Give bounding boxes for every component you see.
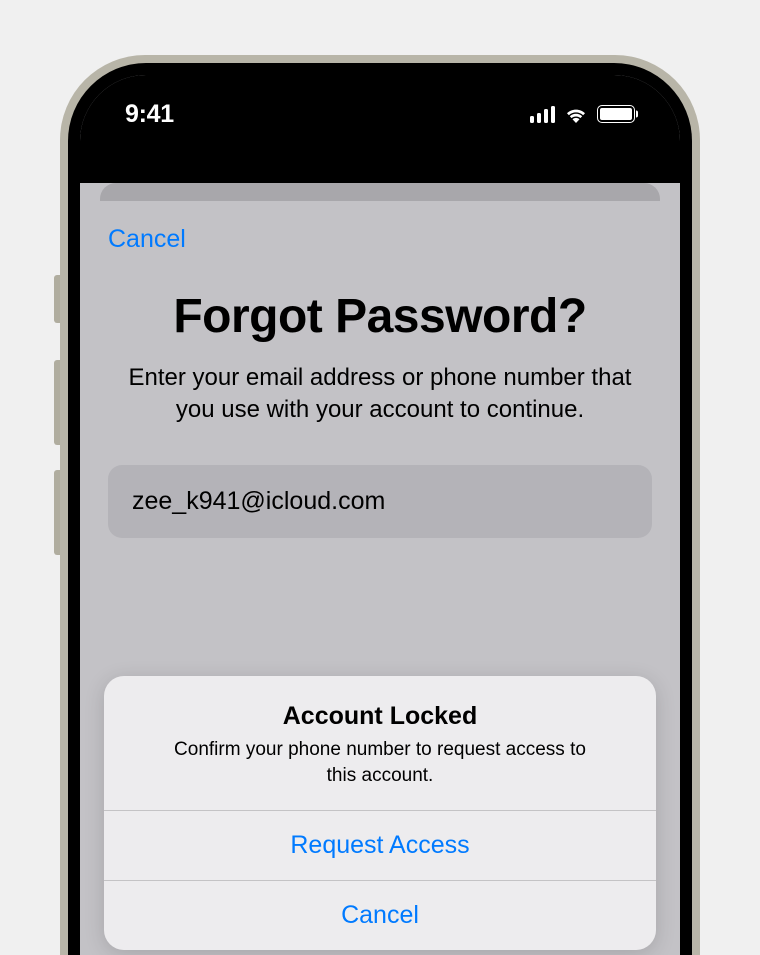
email-field[interactable]: zee_k941@icloud.com — [108, 465, 652, 538]
side-button — [54, 360, 60, 445]
battery-icon — [597, 105, 635, 123]
alert-title: Account Locked — [128, 702, 632, 731]
dynamic-island — [293, 97, 468, 147]
wifi-icon — [564, 105, 588, 123]
alert-cancel-button[interactable]: Cancel — [104, 880, 656, 950]
side-button — [54, 470, 60, 555]
status-bar: 9:41 — [80, 75, 680, 183]
alert-dialog: Account Locked Confirm your phone number… — [104, 676, 656, 950]
cancel-button[interactable]: Cancel — [108, 225, 186, 254]
screen: 9:41 — [80, 75, 680, 955]
side-button — [54, 275, 60, 323]
page-title: Forgot Password? — [108, 289, 652, 344]
phone-frame: 9:41 — [60, 55, 700, 955]
alert-body: Account Locked Confirm your phone number… — [104, 676, 656, 810]
alert-message: Confirm your phone number to request acc… — [128, 737, 632, 788]
page-subtitle: Enter your email address or phone number… — [108, 362, 652, 427]
cellular-icon — [530, 106, 556, 123]
status-time: 9:41 — [125, 100, 174, 129]
request-access-button[interactable]: Request Access — [104, 810, 656, 880]
modal-sheet: Cancel Forgot Password? Enter your email… — [80, 201, 680, 955]
phone-bezel: 9:41 — [68, 63, 692, 955]
status-icons — [530, 105, 636, 123]
